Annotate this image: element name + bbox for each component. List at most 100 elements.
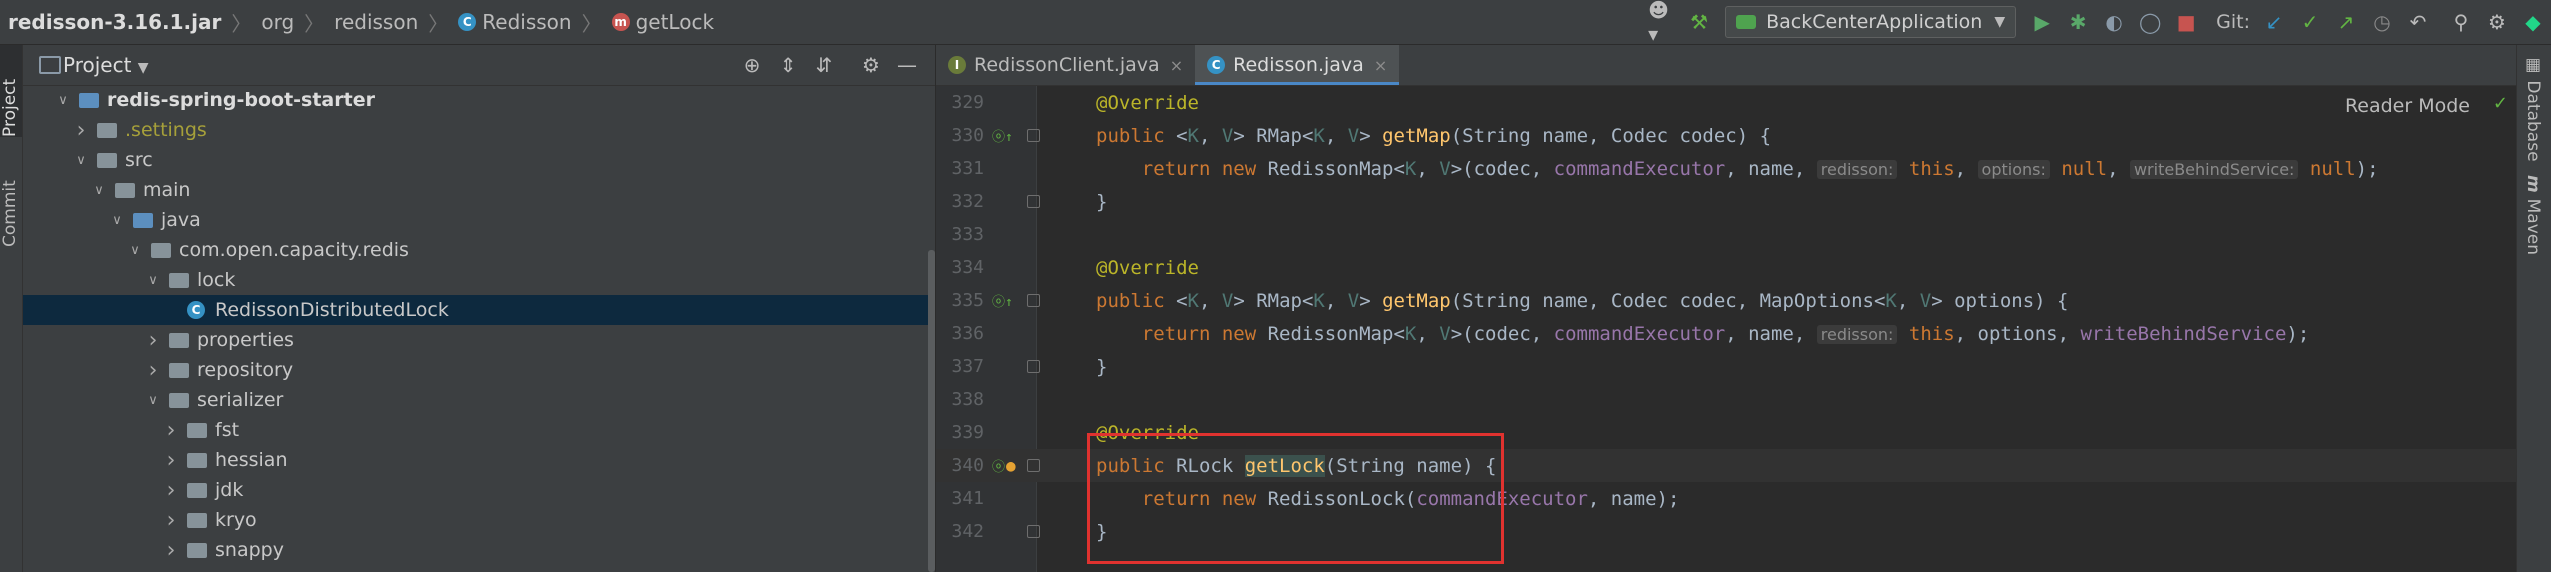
run-configuration-selector[interactable]: BackCenterApplication ▼ <box>1725 6 2017 38</box>
code-line[interactable]: 336 return new RedissonMap<K, V>(codec, … <box>936 317 2516 350</box>
tree-item[interactable]: › jdk <box>23 475 935 505</box>
tree-item[interactable]: › repository <box>23 355 935 385</box>
profile-icon[interactable]: ◯ <box>2135 7 2165 37</box>
tree-item-label: properties <box>197 329 294 351</box>
fold-icon[interactable] <box>1027 195 1040 208</box>
tree-item[interactable]: ∨ serializer <box>23 385 935 415</box>
code-line[interactable]: 338 <box>936 383 2516 416</box>
chevron-right-icon[interactable]: › <box>163 508 179 533</box>
tree-item[interactable]: › hessian <box>23 445 935 475</box>
database-tool-window-button[interactable]: ▦ Database <box>2523 55 2543 162</box>
hide-icon[interactable]: — <box>892 50 922 80</box>
tree-item[interactable]: › .settings <box>23 115 935 145</box>
method-icon: m <box>611 13 630 31</box>
code-line[interactable]: 330 ⓞ↑ public <K, V> RMap<K, V> getMap(Str… <box>936 119 2516 152</box>
git-push-icon[interactable]: ↗ <box>2331 7 2361 37</box>
chevron-right-icon[interactable]: › <box>163 478 179 503</box>
coverage-icon[interactable]: ◐ <box>2099 7 2129 37</box>
code-text: public <K, V> RMap<K, V> getMap(String n… <box>1096 125 1771 147</box>
chevron-down-icon[interactable]: ∨ <box>145 273 161 288</box>
chevron-right-icon[interactable]: › <box>73 118 89 143</box>
chevron-down-icon[interactable]: ∨ <box>145 393 161 408</box>
chevron-down-icon[interactable]: ∨ <box>73 153 89 168</box>
database-icon: ▦ <box>2523 55 2543 81</box>
expand-all-icon[interactable]: ⇕ <box>773 50 803 80</box>
chevron-down-icon[interactable]: ∨ <box>55 93 71 108</box>
locate-file-icon[interactable]: ⊕ <box>737 50 767 80</box>
reader-mode-toggle[interactable]: Reader Mode <box>2345 95 2470 117</box>
maven-tool-window-button[interactable]: m Maven <box>2523 175 2543 255</box>
code-line[interactable]: 332} <box>936 185 2516 218</box>
debug-icon[interactable]: ✱ <box>2063 7 2093 37</box>
fold-icon[interactable] <box>1027 459 1040 472</box>
breadcrumb-org[interactable]: org <box>261 10 294 34</box>
git-rollback-icon[interactable]: ↶ <box>2403 7 2433 37</box>
chevron-down-icon[interactable]: ∨ <box>109 213 125 228</box>
parameter-hint: redisson: <box>1816 159 1898 179</box>
tree-item[interactable]: ∨ lock <box>23 265 935 295</box>
override-marker-icon[interactable]: ⓞ↑ <box>992 291 1013 310</box>
tab-redissonclient[interactable]: I RedissonClient.java × <box>936 45 1195 85</box>
close-icon[interactable]: × <box>1374 56 1387 75</box>
jetbrains-toolbox-icon[interactable]: ◆ <box>2518 7 2548 37</box>
scrollbar[interactable] <box>928 250 935 572</box>
line-number: 331 <box>951 158 984 179</box>
code-line[interactable]: 331 return new RedissonMap<K, V>(codec, … <box>936 152 2516 185</box>
tree-item[interactable]: ∨ src <box>23 145 935 175</box>
chevron-right-icon[interactable]: › <box>145 328 161 353</box>
chevron-right-icon[interactable]: › <box>145 358 161 383</box>
intention-bulb-icon[interactable]: ● <box>1006 456 1016 475</box>
tab-redisson[interactable]: C Redisson.java × <box>1195 45 1400 85</box>
search-icon[interactable]: ⚲ <box>2446 7 2476 37</box>
code-token: , <box>1896 289 1920 312</box>
git-history-icon[interactable]: ◷ <box>2367 7 2397 37</box>
fold-icon[interactable] <box>1027 525 1040 538</box>
tree-item[interactable]: ∨ com.open.capacity.redis <box>23 235 935 265</box>
tree-item[interactable]: › fst <box>23 415 935 445</box>
tree-item[interactable]: › properties <box>23 325 935 355</box>
build-hammer-icon[interactable]: ⚒ <box>1684 7 1714 37</box>
user-icon[interactable]: ☻▾ <box>1648 0 1678 46</box>
breadcrumb-jar[interactable]: redisson-3.16.1.jar <box>8 10 221 34</box>
code-line[interactable]: 334 @Override <box>936 251 2516 284</box>
breadcrumb-getlock[interactable]: m getLock <box>611 10 714 34</box>
override-marker-icon[interactable]: ⓞ↑ <box>992 126 1013 145</box>
check-icon[interactable]: ✓ <box>2493 93 2508 114</box>
project-tool-window-button[interactable]: Project <box>0 45 22 137</box>
code-token: public <box>1096 124 1177 147</box>
collapse-all-icon[interactable]: ⇵ <box>809 50 839 80</box>
stop-icon[interactable]: ■ <box>2171 7 2201 37</box>
tree-item[interactable]: ∨ main <box>23 175 935 205</box>
tree-item[interactable]: › snappy <box>23 535 935 565</box>
tree-item-label: kryo <box>215 509 257 531</box>
git-commit-icon[interactable]: ✓ <box>2295 7 2325 37</box>
chevron-down-icon[interactable]: ∨ <box>91 183 107 198</box>
close-icon[interactable]: × <box>1170 56 1183 75</box>
chevron-down-icon[interactable]: ∨ <box>127 243 143 258</box>
chevron-right-icon[interactable]: › <box>163 418 179 443</box>
fold-icon[interactable] <box>1027 294 1040 307</box>
project-panel-title[interactable]: Project ▼ <box>63 53 149 77</box>
chevron-right-icon[interactable]: › <box>163 448 179 473</box>
fold-icon[interactable] <box>1027 129 1040 142</box>
commit-tool-window-button[interactable]: Commit <box>0 157 22 247</box>
tree-item[interactable]: › kryo <box>23 505 935 535</box>
code-token: public <box>1096 289 1177 312</box>
code-line[interactable]: 335 ⓞ↑ public <K, V> RMap<K, V> getMap(Str… <box>936 284 2516 317</box>
git-update-icon[interactable]: ↙ <box>2259 7 2289 37</box>
tree-item-label: jdk <box>215 479 244 501</box>
tree-item[interactable]: ∨ redis-spring-boot-starter <box>23 85 935 115</box>
breadcrumb-redisson-package[interactable]: redisson <box>334 10 418 34</box>
tree-item-label: com.open.capacity.redis <box>179 239 409 261</box>
breadcrumb-redisson-class[interactable]: C Redisson <box>458 10 572 34</box>
run-icon[interactable]: ▶ <box>2027 7 2057 37</box>
code-line[interactable]: 337} <box>936 350 2516 383</box>
code-line[interactable]: 329 @Override <box>936 86 2516 119</box>
chevron-right-icon[interactable]: › <box>163 538 179 563</box>
gear-icon[interactable]: ⚙ <box>856 50 886 80</box>
fold-icon[interactable] <box>1027 360 1040 373</box>
gear-icon[interactable]: ⚙ <box>2482 7 2512 37</box>
code-line[interactable]: 333 <box>936 218 2516 251</box>
tree-item[interactable]: C RedissonDistributedLock <box>23 295 935 325</box>
tree-item[interactable]: ∨ java <box>23 205 935 235</box>
